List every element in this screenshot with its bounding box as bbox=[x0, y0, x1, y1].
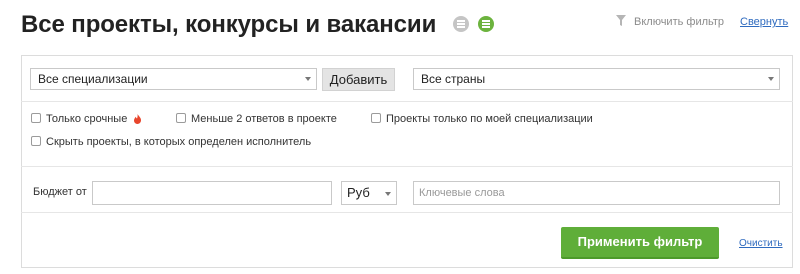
divider bbox=[21, 212, 793, 213]
currency-select-value: Руб bbox=[347, 185, 370, 200]
my-specialization-checkbox-label: Проекты только по моей специализации bbox=[386, 113, 593, 125]
checkbox-box[interactable] bbox=[31, 113, 41, 123]
funnel-icon bbox=[616, 15, 626, 26]
keywords-input[interactable]: Ключевые слова bbox=[413, 181, 780, 205]
chevron-down-icon bbox=[385, 192, 391, 196]
list-icon[interactable] bbox=[453, 16, 469, 32]
keywords-placeholder: Ключевые слова bbox=[419, 187, 505, 199]
checkbox-box[interactable] bbox=[31, 136, 41, 146]
clear-link[interactable]: Очистить bbox=[739, 238, 783, 249]
collapse-link[interactable]: Свернуть bbox=[740, 16, 788, 28]
checkbox-box[interactable] bbox=[371, 113, 381, 123]
add-button[interactable]: Добавить bbox=[322, 68, 395, 91]
fewer-answers-checkbox-label: Меньше 2 ответов в проекте bbox=[191, 113, 337, 125]
specialization-select[interactable]: Все специализации bbox=[30, 68, 317, 90]
chevron-down-icon bbox=[305, 77, 311, 81]
hide-assigned-checkbox-label: Скрыть проекты, в которых определен испо… bbox=[46, 136, 312, 148]
specialization-select-value: Все специализации bbox=[38, 72, 148, 86]
checkbox-box[interactable] bbox=[176, 113, 186, 123]
budget-input[interactable] bbox=[92, 181, 332, 205]
my-specialization-checkbox[interactable]: Проекты только по моей специализации bbox=[371, 113, 593, 125]
currency-select[interactable]: Руб bbox=[341, 181, 397, 205]
divider bbox=[21, 101, 793, 102]
country-select-value: Все страны bbox=[421, 72, 486, 86]
country-select[interactable]: Все страны bbox=[413, 68, 780, 90]
urgent-checkbox-label: Только срочные bbox=[46, 113, 128, 125]
page-title: Все проекты, конкурсы и вакансии bbox=[21, 11, 437, 38]
urgent-checkbox[interactable]: Только срочные bbox=[31, 113, 127, 125]
chevron-down-icon bbox=[768, 77, 774, 81]
hide-assigned-checkbox[interactable]: Скрыть проекты, в которых определен испо… bbox=[31, 136, 311, 148]
flame-icon bbox=[134, 114, 141, 124]
apply-filter-button[interactable]: Применить фильтр bbox=[561, 227, 719, 259]
divider bbox=[21, 166, 793, 167]
enable-filter-link[interactable]: Включить фильтр bbox=[634, 16, 724, 28]
rss-feed-icon[interactable] bbox=[478, 16, 494, 32]
fewer-answers-checkbox[interactable]: Меньше 2 ответов в проекте bbox=[176, 113, 337, 125]
budget-label: Бюджет от bbox=[33, 186, 87, 198]
